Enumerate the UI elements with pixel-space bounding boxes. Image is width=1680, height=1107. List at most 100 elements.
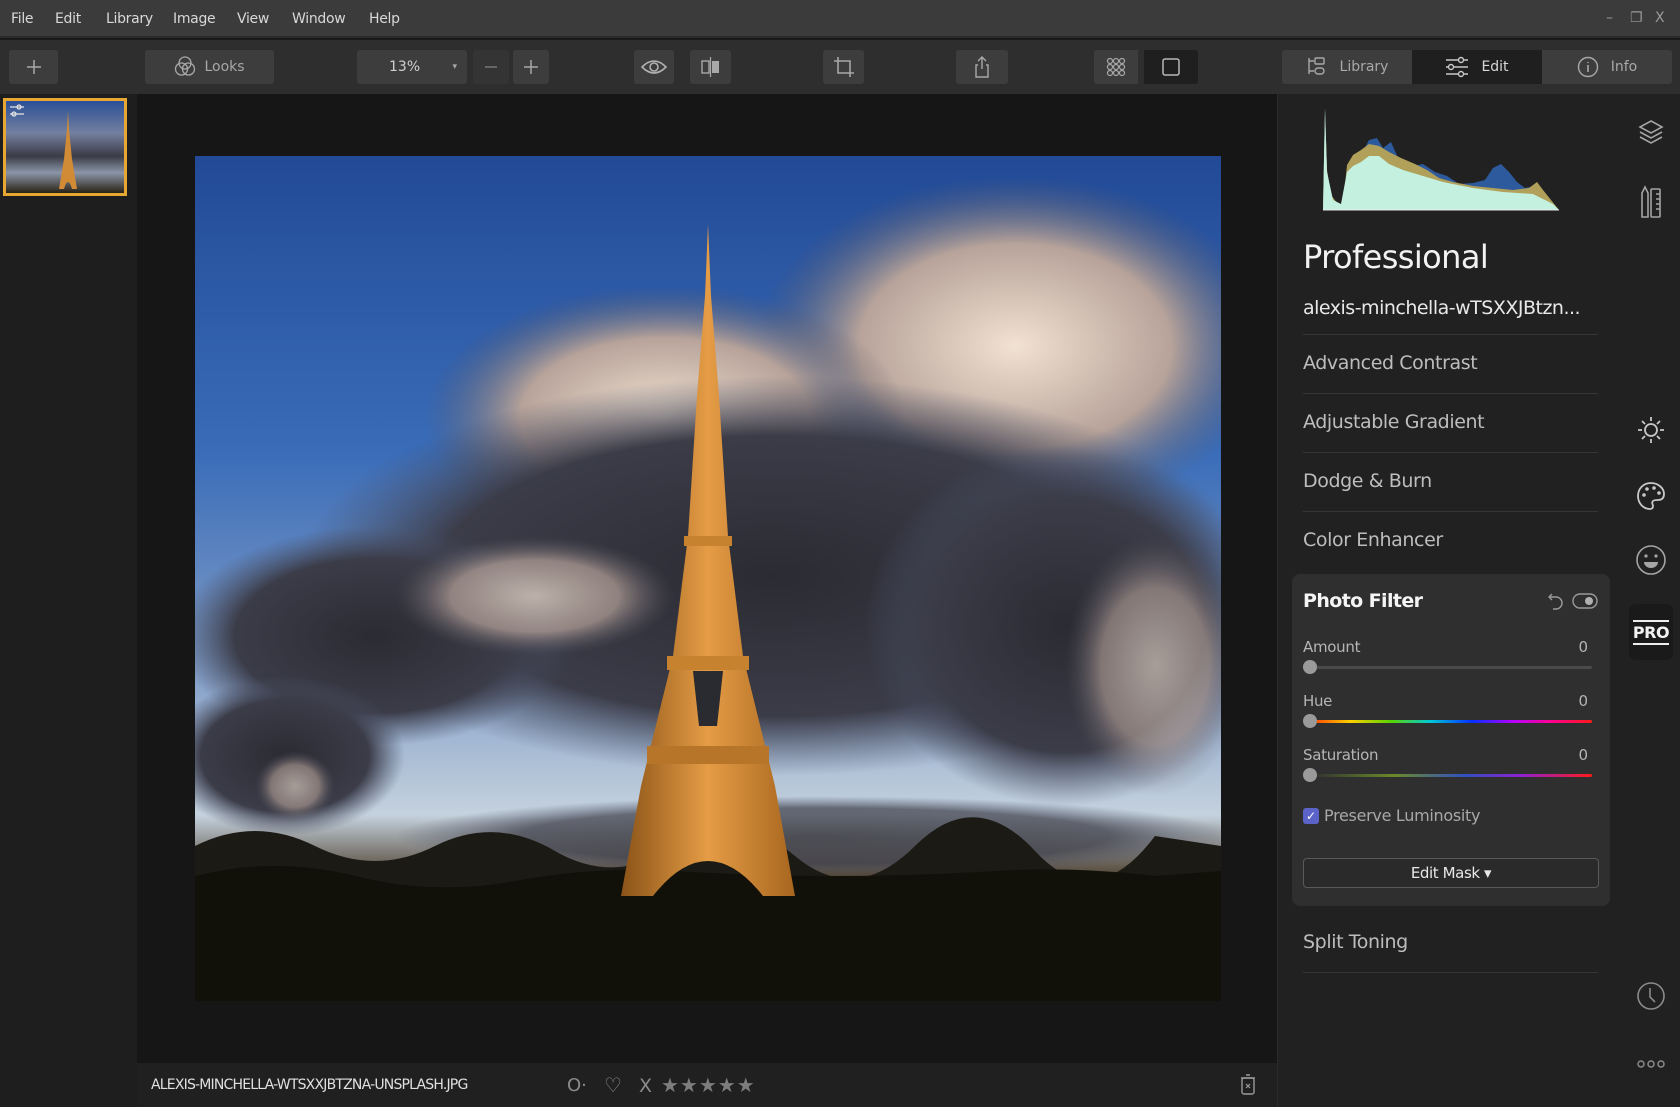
image-viewer	[137, 94, 1277, 1062]
library-icon	[1307, 57, 1325, 75]
edit-mask-button[interactable]: Edit Mask ▾	[1303, 858, 1599, 888]
trash-icon[interactable]	[1240, 1074, 1256, 1100]
hue-slider-track[interactable]	[1310, 720, 1592, 723]
single-image-icon	[1162, 58, 1180, 76]
chevron-down-icon: ▾	[452, 62, 457, 72]
amount-slider-handle[interactable]	[1303, 660, 1317, 674]
saturation-slider-handle[interactable]	[1303, 768, 1317, 782]
zoom-in-button[interactable]	[513, 50, 549, 84]
preview-button[interactable]	[634, 50, 674, 84]
section-adjustable-gradient[interactable]: Adjustable Gradient	[1303, 393, 1598, 452]
palette-icon[interactable]	[1633, 478, 1669, 514]
menu-window[interactable]: Window	[292, 11, 346, 27]
photo-filter-card: Photo Filter Amount 0 Hue 0 Saturation 0…	[1292, 574, 1610, 906]
edited-badge-icon	[10, 104, 24, 117]
restore-button[interactable]: ❐	[1630, 10, 1643, 26]
export-button[interactable]	[956, 50, 1008, 84]
tab-edit[interactable]: Edit	[1412, 50, 1542, 84]
menu-library[interactable]: Library	[106, 11, 153, 27]
minimize-button[interactable]: –	[1606, 10, 1613, 26]
section-label: Color Enhancer	[1303, 529, 1443, 551]
reject-button[interactable]: X	[639, 1075, 652, 1097]
photo-eiffel-tower	[195, 156, 1221, 1001]
menu-file[interactable]: File	[11, 11, 34, 27]
visibility-toggle[interactable]	[1572, 593, 1598, 613]
hue-label: Hue	[1303, 692, 1333, 710]
share-icon	[975, 56, 989, 78]
tab-info-label: Info	[1610, 59, 1638, 75]
looks-icon	[175, 56, 196, 76]
thumbnail-selected[interactable]	[3, 98, 127, 196]
sliders-icon	[1446, 56, 1469, 78]
section-label: Advanced Contrast	[1303, 352, 1478, 374]
pro-tools-button[interactable]: PRO	[1629, 604, 1673, 660]
smiley-icon[interactable]	[1633, 542, 1669, 578]
histogram	[1323, 108, 1559, 211]
zoom-out-button[interactable]	[473, 50, 509, 84]
single-view-button[interactable]	[1144, 50, 1198, 84]
tools-icon[interactable]	[1633, 184, 1669, 220]
more-icon[interactable]	[1633, 1046, 1669, 1082]
amount-slider-track[interactable]	[1310, 666, 1592, 669]
section-advanced-contrast[interactable]: Advanced Contrast	[1303, 334, 1598, 393]
zoom-value: 13%	[389, 59, 421, 75]
clock-icon[interactable]	[1633, 978, 1669, 1014]
grid-icon	[1106, 57, 1126, 77]
status-bar: ALEXIS-MINCHELLA-WTSXXJBTZNA-UNSPLASH.JP…	[137, 1062, 1277, 1107]
preserve-luminosity-label: Preserve Luminosity	[1324, 806, 1481, 825]
split-compare-icon	[700, 57, 719, 77]
saturation-label: Saturation	[1303, 746, 1379, 764]
menu-image[interactable]: Image	[173, 11, 216, 27]
star-rating[interactable]: ★★★★★	[661, 1073, 756, 1097]
menu-bar: File Edit Library Image View Window Help…	[0, 0, 1680, 38]
layers-icon[interactable]	[1633, 114, 1669, 150]
amount-label: Amount	[1303, 638, 1361, 656]
preserve-luminosity-checkbox[interactable]: ✓	[1303, 808, 1319, 824]
plus-icon	[26, 60, 41, 74]
close-button[interactable]: X	[1655, 10, 1665, 26]
looks-label: Looks	[204, 59, 245, 75]
edit-panel: Professional alexis-minchella-wTSXXJBtzn…	[1277, 94, 1622, 1107]
tab-library-label: Library	[1339, 59, 1389, 75]
menu-view[interactable]: View	[237, 11, 269, 27]
panel-subtitle: alexis-minchella-wTSXXJBtzn...	[1303, 297, 1581, 319]
minus-icon	[485, 66, 497, 68]
photo-filter-title: Photo Filter	[1303, 590, 1423, 612]
menu-help[interactable]: Help	[369, 11, 400, 27]
flag-button[interactable]: O·	[567, 1075, 587, 1096]
section-label: Split Toning	[1303, 931, 1408, 953]
toolbar: Looks 13% ▾ Library Edit Info	[0, 40, 1680, 94]
eye-icon	[641, 60, 667, 74]
zoom-select[interactable]: 13% ▾	[357, 50, 467, 84]
tool-icon-bar: PRO	[1622, 94, 1680, 1107]
crop-icon	[833, 57, 854, 77]
hue-value[interactable]: 0	[1578, 692, 1588, 710]
reset-undo-icon[interactable]	[1548, 592, 1564, 614]
tab-edit-label: Edit	[1481, 59, 1509, 75]
tab-library[interactable]: Library	[1282, 50, 1412, 84]
section-dodge-burn[interactable]: Dodge & Burn	[1303, 452, 1598, 511]
sun-icon[interactable]	[1633, 412, 1669, 448]
section-split-toning[interactable]: Split Toning	[1303, 914, 1598, 973]
thumbnail-image	[59, 111, 77, 189]
filmstrip	[0, 94, 137, 1107]
pro-label: PRO	[1632, 619, 1670, 645]
amount-value[interactable]: 0	[1578, 638, 1588, 656]
tab-info[interactable]: Info	[1542, 50, 1672, 84]
saturation-value[interactable]: 0	[1578, 746, 1588, 764]
add-button[interactable]	[9, 50, 58, 84]
panel-title: Professional	[1303, 238, 1489, 276]
filename-label: ALEXIS-MINCHELLA-WTSXXJBTZNA-UNSPLASH.JP…	[151, 1077, 468, 1093]
section-color-enhancer[interactable]: Color Enhancer	[1303, 511, 1598, 570]
grid-view-button[interactable]	[1094, 50, 1138, 84]
crop-button[interactable]	[823, 50, 864, 84]
main-photo[interactable]	[195, 156, 1221, 1001]
favorite-heart-icon[interactable]: ♡	[604, 1073, 622, 1097]
section-label: Adjustable Gradient	[1303, 411, 1485, 433]
info-icon	[1577, 56, 1598, 78]
looks-button[interactable]: Looks	[145, 50, 274, 84]
menu-edit[interactable]: Edit	[55, 11, 81, 27]
saturation-slider-track[interactable]	[1310, 774, 1592, 777]
hue-slider-handle[interactable]	[1303, 714, 1317, 728]
compare-button[interactable]	[690, 50, 731, 84]
